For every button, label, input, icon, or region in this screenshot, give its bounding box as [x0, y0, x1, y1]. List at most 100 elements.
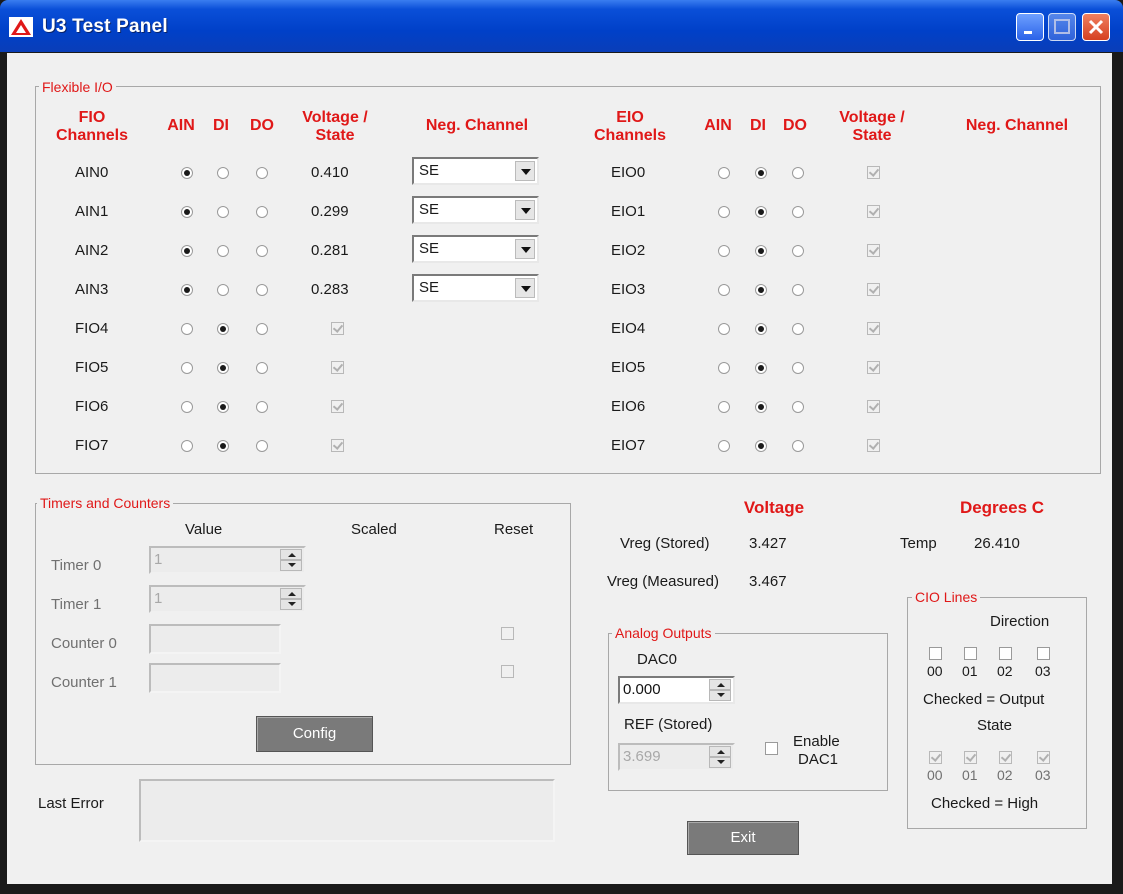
timer0-down-button[interactable]: [280, 560, 302, 571]
chevron-down-icon[interactable]: [515, 278, 535, 298]
fio-di-radio[interactable]: [217, 167, 229, 179]
fio-ain-radio[interactable]: [181, 401, 193, 413]
eio-do-radio[interactable]: [792, 401, 804, 413]
eio-di-radio[interactable]: [755, 401, 767, 413]
ref-up-button[interactable]: [709, 746, 731, 757]
fio-do-radio[interactable]: [256, 440, 268, 452]
eio-do-radio[interactable]: [792, 167, 804, 179]
eio-state-checkbox[interactable]: [867, 205, 880, 218]
minimize-button[interactable]: [1016, 13, 1044, 41]
close-button[interactable]: [1082, 13, 1110, 41]
fio-di-radio[interactable]: [217, 362, 229, 374]
cio-state-checkbox[interactable]: [1037, 751, 1050, 764]
eio-di-radio[interactable]: [755, 440, 767, 452]
eio-do-radio[interactable]: [792, 362, 804, 374]
eio-ain-radio[interactable]: [718, 401, 730, 413]
ref-stored-spinner[interactable]: 3.699: [618, 743, 735, 771]
eio-ain-radio[interactable]: [718, 167, 730, 179]
fio-neg-channel-select[interactable]: SE: [412, 274, 539, 302]
eio-di-radio[interactable]: [755, 323, 767, 335]
counter0-reset-checkbox[interactable]: [501, 627, 514, 640]
fio-ain-radio[interactable]: [181, 206, 193, 218]
eio-state-checkbox[interactable]: [867, 439, 880, 452]
fio-di-radio[interactable]: [217, 323, 229, 335]
counter1-reset-checkbox[interactable]: [501, 665, 514, 678]
fio-di-radio[interactable]: [217, 245, 229, 257]
eio-ain-radio[interactable]: [718, 284, 730, 296]
fio-do-radio[interactable]: [256, 284, 268, 296]
dac0-down-button[interactable]: [709, 690, 731, 701]
timer0-up-button[interactable]: [280, 549, 302, 560]
ref-down-button[interactable]: [709, 757, 731, 768]
eio-di-radio[interactable]: [755, 167, 767, 179]
enable-dac1-checkbox[interactable]: [765, 742, 778, 755]
fio-neg-channel-select[interactable]: SE: [412, 157, 539, 185]
dac0-spinner[interactable]: 0.000: [618, 676, 735, 704]
fio-state-checkbox[interactable]: [331, 400, 344, 413]
eio-ain-radio[interactable]: [718, 440, 730, 452]
fio-neg-channel-select[interactable]: SE: [412, 235, 539, 263]
fio-ain-radio[interactable]: [181, 167, 193, 179]
eio-di-radio[interactable]: [755, 362, 767, 374]
eio-do-radio[interactable]: [792, 440, 804, 452]
chevron-down-icon[interactable]: [515, 200, 535, 220]
fio-ain-radio[interactable]: [181, 245, 193, 257]
config-button[interactable]: Config: [256, 716, 373, 752]
fio-di-radio[interactable]: [217, 440, 229, 452]
fio-di-radio[interactable]: [217, 401, 229, 413]
eio-state-checkbox[interactable]: [867, 283, 880, 296]
fio-do-radio[interactable]: [256, 206, 268, 218]
fio-state-checkbox[interactable]: [331, 361, 344, 374]
timer0-spinner[interactable]: 1: [149, 546, 306, 574]
cio-direction-checkbox[interactable]: [964, 647, 977, 660]
eio-ain-radio[interactable]: [718, 206, 730, 218]
timer1-down-button[interactable]: [280, 599, 302, 610]
cio-state-checkbox[interactable]: [929, 751, 942, 764]
fio-di-radio[interactable]: [217, 284, 229, 296]
exit-button[interactable]: Exit: [687, 821, 799, 855]
maximize-button[interactable]: [1048, 13, 1076, 41]
fio-do-radio[interactable]: [256, 323, 268, 335]
eio-di-radio[interactable]: [755, 245, 767, 257]
fio-do-radio[interactable]: [256, 401, 268, 413]
eio-ain-radio[interactable]: [718, 245, 730, 257]
eio-do-radio[interactable]: [792, 323, 804, 335]
fio-do-radio[interactable]: [256, 362, 268, 374]
fio-neg-channel-select[interactable]: SE: [412, 196, 539, 224]
cio-direction-checkbox[interactable]: [1037, 647, 1050, 660]
eio-di-radio[interactable]: [755, 206, 767, 218]
chevron-down-icon[interactable]: [515, 161, 535, 181]
cio-direction-bit-label: 03: [1035, 663, 1051, 679]
fio-state-checkbox[interactable]: [331, 439, 344, 452]
cio-state-checkbox[interactable]: [999, 751, 1012, 764]
chevron-down-icon[interactable]: [515, 239, 535, 259]
eio-state-checkbox[interactable]: [867, 322, 880, 335]
eio-do-radio[interactable]: [792, 206, 804, 218]
eio-state-checkbox[interactable]: [867, 400, 880, 413]
eio-ain-radio[interactable]: [718, 362, 730, 374]
eio-ain-radio[interactable]: [718, 323, 730, 335]
eio-di-radio[interactable]: [755, 284, 767, 296]
fio-ain-radio[interactable]: [181, 362, 193, 374]
fio-channel-label: AIN1: [75, 203, 109, 220]
timer1-spinner[interactable]: 1: [149, 585, 306, 613]
fio-do-header: DO: [250, 117, 274, 134]
fio-ain-radio[interactable]: [181, 323, 193, 335]
eio-state-checkbox[interactable]: [867, 361, 880, 374]
fio-do-radio[interactable]: [256, 245, 268, 257]
cio-direction-checkbox[interactable]: [929, 647, 942, 660]
fio-ain-radio[interactable]: [181, 284, 193, 296]
timer1-up-button[interactable]: [280, 588, 302, 599]
dac0-up-button[interactable]: [709, 679, 731, 690]
fio-ain-radio[interactable]: [181, 440, 193, 452]
eio-state-checkbox[interactable]: [867, 166, 880, 179]
eio-do-radio[interactable]: [792, 245, 804, 257]
fio-state-checkbox[interactable]: [331, 322, 344, 335]
eio-state-checkbox[interactable]: [867, 244, 880, 257]
fio-do-radio[interactable]: [256, 167, 268, 179]
eio-do-radio[interactable]: [792, 284, 804, 296]
fio-di-radio[interactable]: [217, 206, 229, 218]
title-bar[interactable]: U3 Test Panel: [0, 0, 1123, 52]
cio-direction-checkbox[interactable]: [999, 647, 1012, 660]
cio-state-checkbox[interactable]: [964, 751, 977, 764]
